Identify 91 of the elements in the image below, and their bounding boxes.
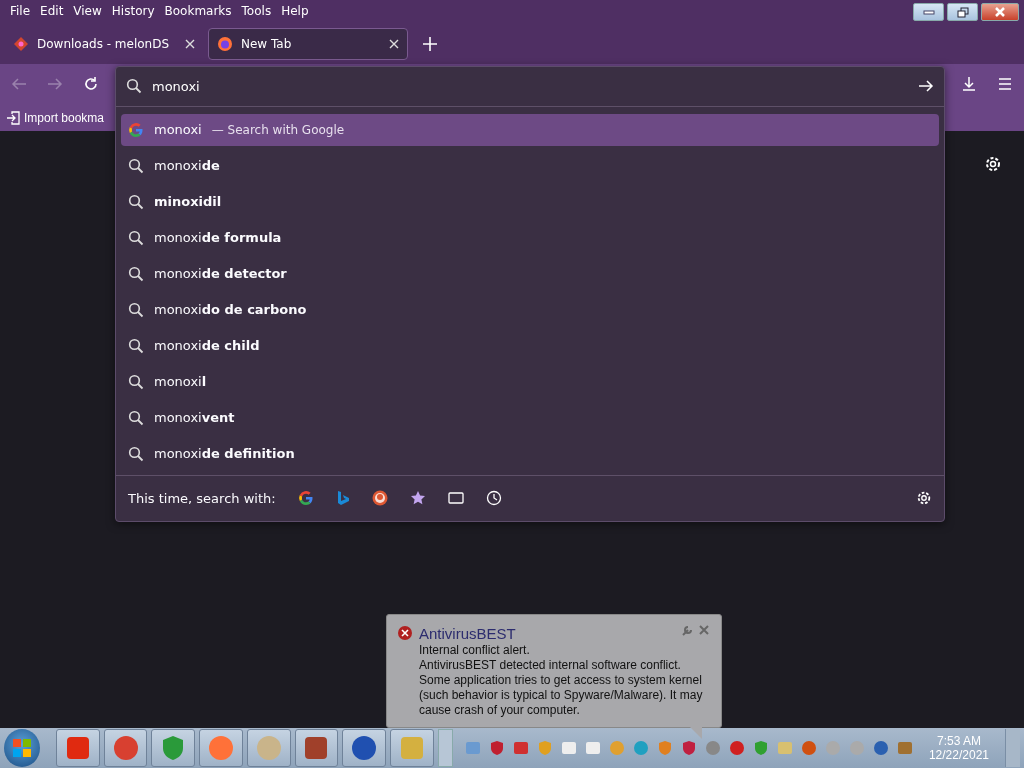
menu-item[interactable]: Tools	[236, 4, 277, 18]
suggestion-item[interactable]: monoxide	[121, 149, 939, 182]
suggestion-item[interactable]: monoxide detector	[121, 257, 939, 290]
notification-text: Internal conflict alert.	[419, 643, 531, 658]
import-bookmarks-button[interactable]: Import bookma	[6, 110, 105, 125]
minimize-icon	[922, 9, 935, 15]
taskbar-button[interactable]	[389, 729, 434, 767]
settings-icon[interactable]	[984, 155, 1002, 173]
close-tab-icon[interactable]	[389, 39, 399, 49]
search-icon	[126, 78, 142, 95]
shield-icon[interactable]	[488, 740, 505, 756]
search-icon	[128, 229, 144, 246]
menu-item[interactable]: History	[106, 4, 160, 18]
download-icon[interactable]	[961, 76, 977, 92]
windows-logo-icon	[12, 738, 32, 758]
b-logo-icon[interactable]	[335, 490, 350, 507]
suggestion-item[interactable]: monoxido de carbono	[121, 293, 939, 326]
clock-date: 12/22/2021	[928, 748, 989, 762]
suggestion-text: monoxide detector	[154, 266, 287, 282]
close-button[interactable]	[981, 3, 1019, 21]
suggestion-text: monoxivent	[154, 410, 235, 426]
shield-icon[interactable]	[752, 740, 769, 756]
browser-tab[interactable]: New Tab	[208, 28, 408, 60]
menu-item[interactable]: Edit	[35, 4, 69, 18]
import-icon	[6, 110, 20, 125]
start-button[interactable]	[4, 729, 40, 767]
suggestion-text: minoxidil	[154, 194, 222, 210]
taskbar-button[interactable]	[199, 729, 243, 767]
clock-icon[interactable]	[485, 490, 502, 507]
suggestion-text: monoxide definition	[154, 446, 295, 462]
close-tab-icon[interactable]	[185, 39, 195, 49]
notification-text: AntivirusBEST detected internal software conflict. Some application tries to get access to system kernel (such behavior is typical to Spyware/Malware). It may cause crash of your computer.	[419, 658, 704, 718]
menu-item[interactable]: Bookmarks	[159, 4, 237, 18]
search-with-label: This time, search with:	[128, 490, 276, 506]
suggestion-hint: — Search with Google	[211, 122, 345, 137]
suggestion-item[interactable]: monoxil	[121, 365, 939, 398]
search-icon	[128, 337, 144, 354]
show-desktop-button[interactable]	[1005, 729, 1020, 767]
taskbar-button[interactable]	[342, 729, 386, 767]
taskbar-button[interactable]	[294, 729, 339, 767]
tab-icon[interactable]	[447, 492, 464, 505]
menu-item[interactable]: File	[5, 4, 36, 18]
suggestion-text: monoxil	[154, 374, 207, 390]
search-icon	[128, 265, 144, 282]
scroll-buttons[interactable]	[437, 729, 453, 767]
menu-icon[interactable]	[997, 77, 1013, 91]
search-icon	[128, 409, 144, 426]
settings-icon[interactable]	[916, 490, 932, 507]
suggestion-item[interactable]: monoxide definition	[121, 437, 939, 470]
notification-title: AntivirusBEST	[419, 625, 516, 643]
search-icon	[128, 445, 144, 462]
circle-icon[interactable]	[704, 740, 721, 756]
restore-button[interactable]	[947, 3, 978, 21]
taskbar-button[interactable]	[151, 729, 196, 767]
suggestion-text: monoxide	[154, 158, 220, 174]
restore-icon	[956, 6, 969, 18]
close-icon[interactable]	[699, 625, 709, 635]
wrench-icon[interactable]	[681, 625, 693, 637]
browser-tab[interactable]: Downloads - melonDS	[4, 28, 204, 60]
search-icon	[128, 157, 144, 174]
taskbar-button[interactable]	[103, 729, 148, 767]
suggestion-item[interactable]: monoxivent	[121, 401, 939, 434]
menu-item[interactable]: Help	[276, 4, 314, 18]
back-arrow-icon[interactable]	[11, 77, 27, 91]
go-arrow-icon[interactable]	[918, 79, 934, 94]
suggestion-item[interactable]: monoxide child	[121, 329, 939, 362]
search-icon	[128, 301, 144, 318]
search-icon	[128, 193, 144, 210]
star-icon[interactable]	[409, 490, 426, 507]
search-icon	[128, 373, 144, 390]
shield-icon[interactable]	[656, 740, 673, 756]
menu-item[interactable]: View	[68, 4, 107, 18]
address-field[interactable]: monoxi	[152, 78, 908, 94]
google-g-icon	[297, 490, 314, 507]
google-g-icon	[128, 121, 144, 138]
suggestion-item[interactable]: monoxide formula	[121, 221, 939, 254]
close-icon	[994, 7, 1006, 17]
suggestion-text: monoxide child	[154, 338, 260, 354]
suggestion-item[interactable]: minoxidil	[121, 185, 939, 218]
shield-icon[interactable]	[680, 740, 697, 756]
suggestion-text: monoxide formula	[154, 230, 282, 246]
taskbar-button[interactable]	[246, 729, 291, 767]
clock-time: 7:53 AM	[936, 734, 981, 748]
duck-logo-icon[interactable]	[371, 490, 388, 507]
suggestion-text: monoxido de carbono	[154, 302, 307, 318]
suggestion-item[interactable]: monoxi — Search with Google	[121, 113, 939, 146]
taskbar-button[interactable]	[56, 729, 100, 767]
forward-arrow-icon[interactable]	[47, 77, 63, 91]
reload-icon[interactable]	[83, 76, 99, 92]
suggestion-text: monoxi	[154, 122, 202, 138]
plus-icon[interactable]	[423, 37, 437, 51]
